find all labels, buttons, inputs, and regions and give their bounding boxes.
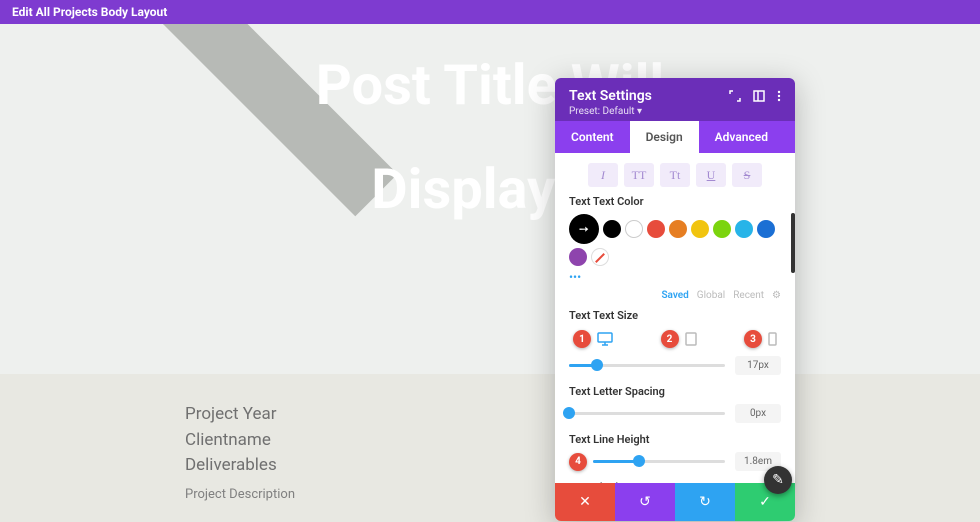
hero: Post Title Will Display H [0,24,980,374]
lineheight-slider[interactable] [593,460,725,463]
size-slider[interactable] [569,364,725,367]
callout-2: 2 [661,330,679,348]
panel-header: Text Settings Preset: Default ▾ [555,78,795,121]
edit-fab-icon[interactable]: ✎ [764,466,792,494]
callout-4: 4 [569,453,587,471]
swatch-orange[interactable] [669,220,687,238]
callout-3: 3 [744,330,762,348]
swatch-purple[interactable] [569,248,587,266]
panel-tabs: Content Design Advanced [555,121,795,153]
format-row: I TT Tt U S [569,163,781,187]
desktop-icon[interactable] [597,332,613,346]
lineheight-label: Text Line Height [569,433,781,446]
color-label: Text Text Color [569,195,781,208]
lineheight-slider-row: 4 1.8em [569,452,781,471]
global-link[interactable]: Global [697,290,725,301]
top-bar: Edit All Projects Body Layout [0,0,980,24]
format-strike[interactable]: S [732,163,762,187]
swatch-red[interactable] [647,220,665,238]
settings-panel: Text Settings Preset: Default ▾ Content … [555,78,795,521]
swatch-yellow[interactable] [691,220,709,238]
saved-link[interactable]: Saved [661,290,688,301]
size-value[interactable]: 17px [735,356,781,375]
content-area: Project Year Clientname Deliverables Pro… [0,374,980,504]
panel-actions: ✕ ↺ ↻ ✓ [555,483,795,521]
tab-design[interactable]: Design [630,121,699,153]
swatch-black[interactable] [603,220,621,238]
redo-button[interactable]: ↻ [675,483,735,521]
phone-icon[interactable] [768,332,777,346]
spacing-slider-row: 0px [569,404,781,423]
hero-title-line1: Post Title Will [0,52,980,118]
format-italic[interactable]: I [588,163,618,187]
spacing-value[interactable]: 0px [735,404,781,423]
color-swatches: ➚ [569,214,781,266]
spacing-label: Text Letter Spacing [569,385,781,398]
panel-title: Text Settings [569,88,652,104]
scrollbar[interactable] [791,213,795,273]
swatch-green[interactable] [713,220,731,238]
size-slider-row: 17px [569,356,781,375]
cancel-button[interactable]: ✕ [555,483,615,521]
tab-advanced[interactable]: Advanced [699,121,784,153]
swatch-white[interactable] [625,220,643,238]
recent-link[interactable]: Recent [733,290,764,301]
tablet-icon[interactable] [685,332,697,346]
undo-button[interactable]: ↺ [615,483,675,521]
spacing-slider[interactable] [569,412,725,415]
swatch-blue[interactable] [757,220,775,238]
top-bar-title: Edit All Projects Body Layout [12,5,167,19]
swatch-cyan[interactable] [735,220,753,238]
hero-title-line2: Display H [0,156,980,222]
tab-content[interactable]: Content [555,121,630,153]
format-capitalize[interactable]: Tt [660,163,690,187]
kebab-menu-icon[interactable] [777,90,781,102]
color-presets-row: Saved Global Recent ⚙ [569,290,781,301]
color-picker-button[interactable]: ➚ [569,214,599,244]
expand-icon[interactable] [729,90,741,102]
panel-layout-icon[interactable] [753,90,765,102]
size-label: Text Text Size [569,309,781,322]
format-uppercase[interactable]: TT [624,163,654,187]
swatch-none[interactable] [591,248,609,266]
device-row: 1 2 3 [573,330,777,348]
panel-body: I TT Tt U S Text Text Color ➚ ••• Saved … [555,153,795,483]
more-colors-icon[interactable]: ••• [569,270,781,284]
preset-label[interactable]: Preset: Default ▾ [569,106,781,117]
callout-1: 1 [573,330,591,348]
shadow-label: Text Shadow [569,481,781,483]
preset-gear-icon[interactable]: ⚙ [772,290,781,301]
format-underline[interactable]: U [696,163,726,187]
